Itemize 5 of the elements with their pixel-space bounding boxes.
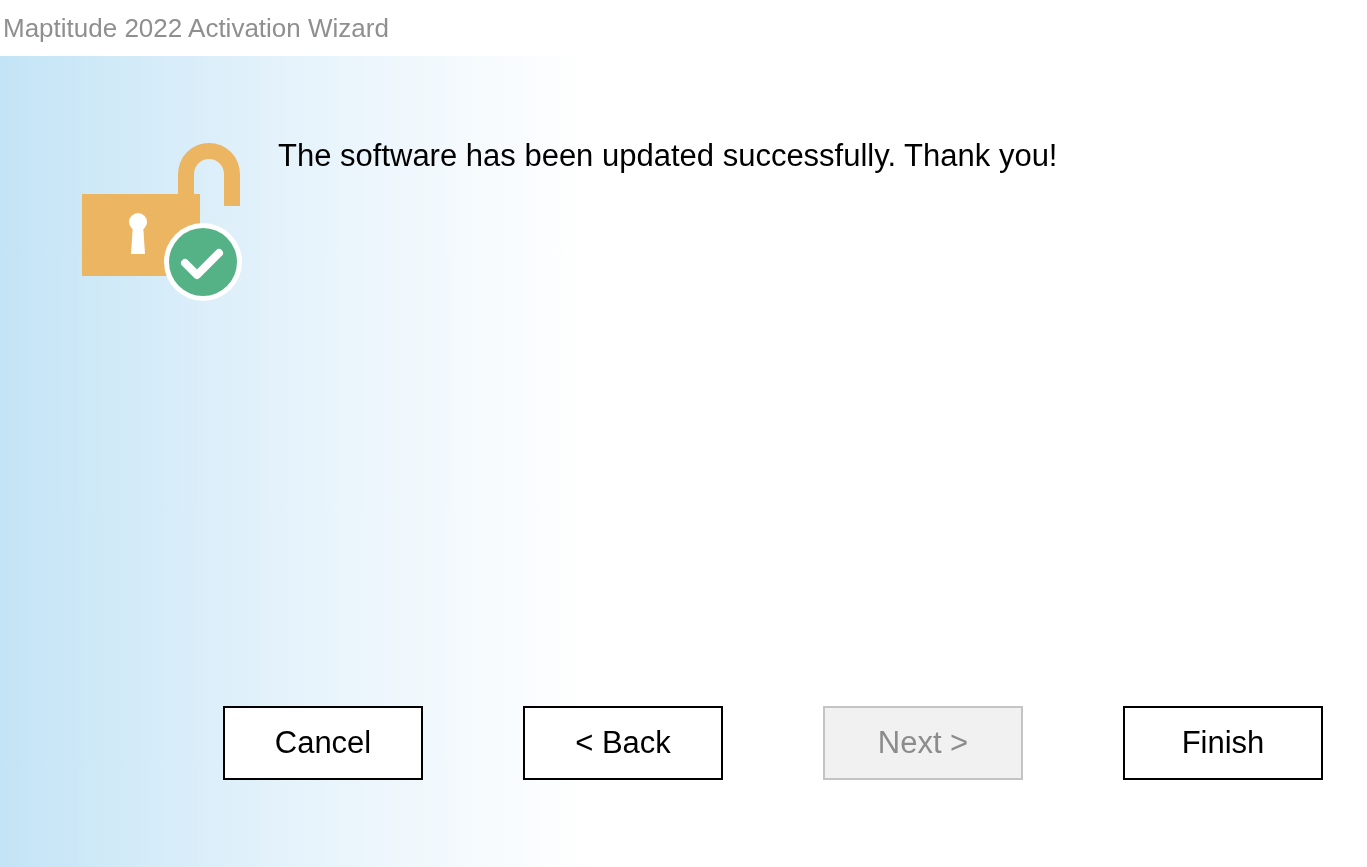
wizard-button[interactable]: < Back: [523, 706, 723, 780]
window-title: Maptitude 2022 Activation Wizard: [3, 12, 389, 44]
wizard-button[interactable]: Finish: [1123, 706, 1323, 780]
success-message: The software has been updated successfully. Thank you!: [278, 137, 1058, 175]
wizard-button[interactable]: Cancel: [223, 706, 423, 780]
